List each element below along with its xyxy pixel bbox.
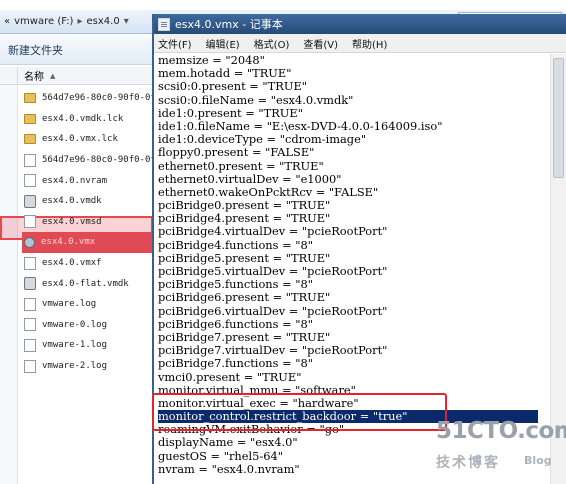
file-row[interactable]: vmware-0.log xyxy=(22,315,154,336)
file-row[interactable]: esx4.0-flat.vmdk xyxy=(22,273,154,294)
document-icon xyxy=(24,338,36,352)
file-list: 564d7e96-80c0-90f0-0f3c esx4.0.vmdk.lck es… xyxy=(22,88,154,376)
file-row[interactable]: vmware-2.log xyxy=(22,356,154,377)
folder-icon xyxy=(24,134,36,145)
breadcrumb-drive[interactable]: vmware (F:) xyxy=(14,16,73,27)
file-name: esx4.0-flat.vmdk xyxy=(42,278,129,289)
text-line: scsi0:0.fileName = "esx4.0.vmdk" xyxy=(158,92,354,107)
folder-icon xyxy=(24,93,36,104)
document-icon xyxy=(24,215,36,229)
column-header-name[interactable]: 名称 ▲ xyxy=(18,68,56,84)
file-row[interactable]: 564d7e96-80c0-90f0-0f3c xyxy=(22,88,154,109)
file-name: esx4.0.nvram xyxy=(42,175,108,186)
file-name: vmware.log xyxy=(42,299,97,310)
file-name: esx4.0.vmsd xyxy=(42,216,102,227)
file-name: 564d7e96-80c0-90f0-0f3c xyxy=(42,93,154,104)
menu-item[interactable]: 查看(V) xyxy=(303,36,338,51)
breadcrumb-separator-icon: ▸ xyxy=(77,16,83,27)
text-line: nvram = "esx4.0.nvram" xyxy=(158,461,300,476)
breadcrumb-dropdown-icon[interactable]: ▾ xyxy=(124,16,129,27)
annotation-highlight-box xyxy=(152,393,447,431)
text-line: floppy0.present = "FALSE" xyxy=(158,145,315,160)
file-row[interactable]: 564d7e96-80c0-90f0-0f3c xyxy=(22,150,154,171)
text-line: pciBridge6.present = "TRUE" xyxy=(158,290,331,305)
file-row[interactable]: esx4.0.vmdk.lck xyxy=(22,109,154,130)
document-icon xyxy=(24,318,36,332)
column-header-row: 名称 ▲ xyxy=(0,67,152,85)
text-line: displayName = "esx4.0" xyxy=(158,435,298,450)
file-name: esx4.0.vmx xyxy=(41,237,96,248)
nav-pane-header xyxy=(0,67,18,84)
document-icon xyxy=(24,359,36,373)
file-row[interactable]: esx4.0.vmdk xyxy=(22,191,154,212)
breadcrumb-folder[interactable]: esx4.0 xyxy=(87,16,120,27)
file-name: vmware-0.log xyxy=(42,319,108,330)
file-name: esx4.0.vmdk.lck xyxy=(42,113,124,124)
text-line: pciBridge6.virtualDev = "pcieRootPort" xyxy=(158,303,388,318)
menu-item[interactable]: 编辑(E) xyxy=(206,36,240,51)
file-row[interactable]: esx4.0.nvram xyxy=(22,170,154,191)
notepad-title-bar[interactable]: esx4.0.vmx - 记事本 xyxy=(154,14,566,34)
document-icon xyxy=(24,297,36,311)
vertical-scrollbar[interactable] xyxy=(550,54,566,484)
file-row[interactable]: esx4.0.vmx.lck xyxy=(22,129,154,150)
document-icon xyxy=(24,174,36,188)
navigation-pane[interactable] xyxy=(0,85,18,484)
text-line: pciBridge4.virtualDev = "pcieRootPort" xyxy=(158,224,388,239)
file-row[interactable]: vmware-1.log xyxy=(22,335,154,356)
text-line: scsi0:0.present = "TRUE" xyxy=(158,79,307,94)
file-name: 564d7e96-80c0-90f0-0f3c xyxy=(42,155,154,166)
disk-icon xyxy=(24,277,36,291)
file-name: vmware-2.log xyxy=(42,361,108,372)
text-line: pciBridge4.functions = "8" xyxy=(158,237,314,252)
sort-arrow-icon: ▲ xyxy=(50,71,56,80)
document-icon xyxy=(24,256,36,270)
scrollbar-thumb[interactable] xyxy=(553,58,564,178)
new-folder-button[interactable]: 新建文件夹 xyxy=(8,42,63,58)
notepad-app-icon xyxy=(158,17,170,31)
file-name: esx4.0.vmxf xyxy=(42,258,102,269)
text-line: vmci0.present = "TRUE" xyxy=(158,369,302,384)
text-line: ide1:0.present = "TRUE" xyxy=(158,105,303,120)
document-icon xyxy=(24,153,36,167)
text-line: pciBridge6.functions = "8" xyxy=(158,316,314,331)
breadcrumb-chevron-icon[interactable]: « xyxy=(4,16,10,27)
text-line: guestOS = "rhel5-64" xyxy=(158,448,283,463)
text-line: ethernet0.virtualDev = "e1000" xyxy=(158,171,342,186)
folder-icon xyxy=(24,113,36,124)
window-title: esx4.0.vmx - 记事本 xyxy=(175,18,283,31)
file-name: esx4.0.vmx.lck xyxy=(42,134,118,145)
column-header-name-label: 名称 xyxy=(24,72,44,83)
disk-icon xyxy=(24,194,36,208)
menu-bar: 文件(F) 编辑(E) 格式(O) 查看(V) 帮助(H) xyxy=(154,34,566,53)
text-line: pciBridge7.functions = "8" xyxy=(158,356,314,371)
text-line: ethernet0.present = "TRUE" xyxy=(158,158,324,173)
menu-item[interactable]: 帮助(H) xyxy=(352,36,387,51)
file-row[interactable]: vmware.log xyxy=(22,294,154,315)
menu-item[interactable]: 格式(O) xyxy=(254,36,290,51)
file-name: vmware-1.log xyxy=(42,340,108,351)
menu-item[interactable]: 文件(F) xyxy=(158,36,192,51)
file-row[interactable]: esx4.0.vmxf xyxy=(22,253,154,274)
gear-icon xyxy=(24,236,35,248)
file-row[interactable]: esx4.0.vmsd xyxy=(22,212,154,233)
file-name: esx4.0.vmdk xyxy=(42,196,102,207)
file-row[interactable]: esx4.0.vmx xyxy=(22,232,154,253)
